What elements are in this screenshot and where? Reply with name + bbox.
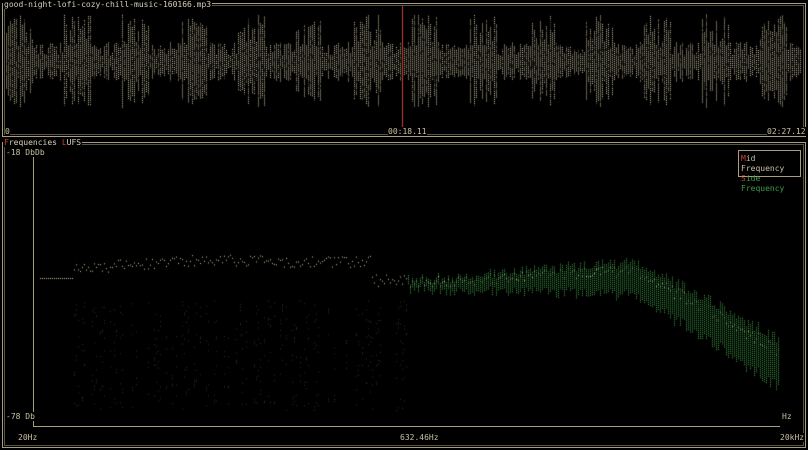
db-bottom-label: -78 Db <box>6 412 35 421</box>
start-time: 0 <box>5 127 10 136</box>
side-label: ide Frequency <box>741 174 785 193</box>
title-rest: requencies <box>8 138 57 147</box>
legend-side[interactable]: Side Frequency <box>741 174 798 194</box>
end-time: 02:27.12 <box>767 127 806 136</box>
waveform-canvas[interactable] <box>6 6 802 128</box>
freq-max-label: 20kHz <box>780 433 805 442</box>
spectrum-canvas <box>35 150 780 425</box>
freq-min-label: 20Hz <box>18 433 38 442</box>
x-axis <box>33 426 780 427</box>
current-time: 00:18.11 <box>388 127 427 136</box>
spectrum-title[interactable]: Frequencies LUFS <box>3 138 83 147</box>
mid-label: id Frequency <box>741 154 785 173</box>
y-axis <box>33 150 34 426</box>
file-name: good-night-lofi-cozy-chill-music-160166.… <box>3 0 213 9</box>
mode-rest: UFS <box>66 138 82 147</box>
hz-unit-label: Hz <box>782 412 792 421</box>
freq-mid-label: 632.46Hz <box>400 433 439 442</box>
db-unit-label: Db <box>35 148 45 157</box>
db-top-label: -18 Db <box>6 148 35 157</box>
legend: Mid Frequency Side Frequency <box>738 150 801 193</box>
legend-mid[interactable]: Mid Frequency <box>741 154 798 174</box>
